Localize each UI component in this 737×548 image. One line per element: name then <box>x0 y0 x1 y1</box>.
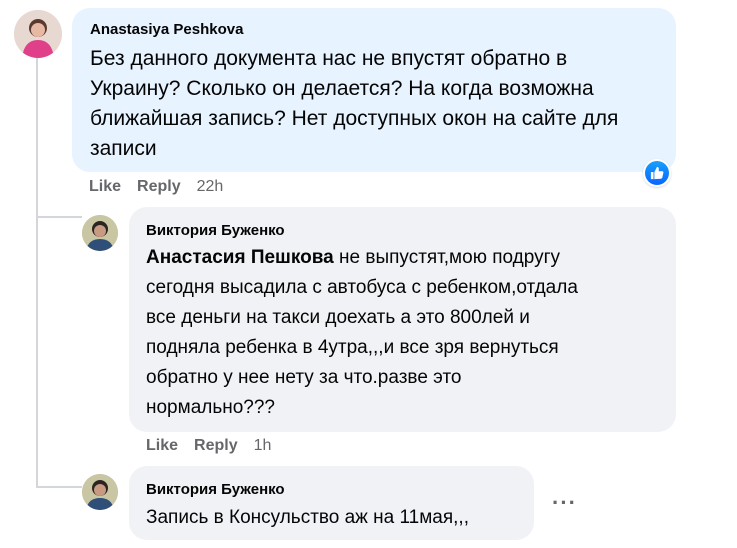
comment-line: подняла ребенка в 4утра,,,и все зря верн… <box>146 337 559 358</box>
thread-line-vertical <box>36 58 38 488</box>
comment-line: Анастасия Пешкова не выпустят,мою подруг… <box>146 243 671 273</box>
comment-bubble: Anastasiya Peshkova Без данного документ… <box>72 8 676 172</box>
reply-button[interactable]: Reply <box>194 437 238 454</box>
timestamp[interactable]: 22h <box>197 178 224 195</box>
comment-text: Запись в Консульство аж на 11мая,,, <box>146 507 469 528</box>
comment-line: сегодня высадила с автобуса с ребенком,о… <box>146 277 578 298</box>
comment-line: все деньги на такси доехать а это 800лей… <box>146 307 530 328</box>
comment-line: обратно у нее нету за что.разве это <box>146 367 462 388</box>
mention-link[interactable]: Анастасия Пешкова <box>146 247 334 268</box>
timestamp[interactable]: 1h <box>254 437 272 454</box>
comment-author[interactable]: Виктория Буженко <box>146 480 285 500</box>
avatar[interactable] <box>82 474 118 510</box>
comment-text: Без данного документа нас не впустят обр… <box>90 44 670 164</box>
more-options-icon[interactable]: ··· <box>552 492 577 514</box>
like-button[interactable]: Like <box>146 437 178 454</box>
reply-button[interactable]: Reply <box>137 178 181 195</box>
thumbs-up-icon <box>645 161 669 185</box>
comment-actions: Like Reply 1h <box>146 437 287 455</box>
comment-line: нормально??? <box>146 397 276 418</box>
comment-bubble: Виктория Буженко Анастасия Пешкова не вы… <box>129 207 676 432</box>
like-reaction-icon[interactable] <box>643 159 671 187</box>
thread-line-branch-1 <box>36 216 82 218</box>
comment-line-text: не выпустят,мою подругу <box>333 247 561 268</box>
comment-line: ближайшая запись? Нет доступных окон на … <box>90 107 619 130</box>
avatar[interactable] <box>82 215 118 251</box>
comment-actions: Like Reply 22h <box>89 178 239 196</box>
comment-author[interactable]: Anastasiya Peshkova <box>90 20 243 40</box>
like-button[interactable]: Like <box>89 178 121 195</box>
comment-bubble: Виктория Буженко Запись в Консульство аж… <box>129 466 534 540</box>
thread-line-branch-2 <box>36 486 82 488</box>
comment-line: Без данного документа нас не впустят обр… <box>90 47 568 70</box>
comment-line: Украину? Сколько он делается? На когда в… <box>90 77 594 100</box>
comment-author[interactable]: Виктория Буженко <box>146 221 285 241</box>
comment-line: записи <box>90 137 157 160</box>
avatar[interactable] <box>14 10 62 58</box>
comment-text: Анастасия Пешкова не выпустят,мою подруг… <box>146 243 671 423</box>
